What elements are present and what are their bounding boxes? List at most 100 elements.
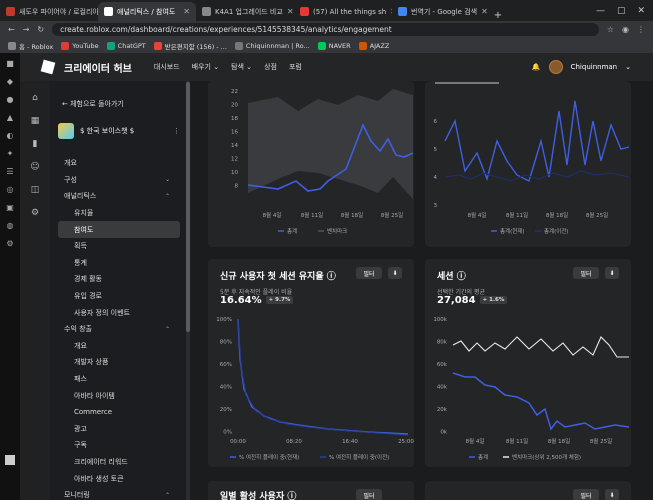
filter-button[interactable]: 필터 bbox=[573, 489, 599, 500]
info-icon[interactable]: ⓘ bbox=[287, 492, 296, 500]
sidebar-item[interactable]: 수익 창출 ⌃ bbox=[58, 321, 180, 338]
nav-item[interactable]: 대시보드 bbox=[154, 62, 180, 72]
sidebar-item[interactable]: 크리에이터 리워드 bbox=[58, 454, 180, 471]
maximize-icon[interactable]: ▢ bbox=[617, 6, 626, 16]
creations-icon[interactable]: ▦ bbox=[31, 116, 40, 126]
x-tick-label: 8월 25일 bbox=[586, 211, 608, 219]
back-arrow-icon[interactable]: ← bbox=[8, 25, 15, 34]
forward-arrow-icon[interactable]: → bbox=[23, 25, 30, 34]
close-tab-icon[interactable]: ✕ bbox=[287, 7, 294, 16]
sidebar-item[interactable]: 개요 bbox=[58, 338, 180, 355]
chevron-icon[interactable]: ⌃ bbox=[165, 326, 170, 333]
sidebar-item-label: 개발자 상품 bbox=[74, 358, 109, 367]
bell-icon[interactable]: 🔔 bbox=[532, 63, 541, 71]
profile-icon[interactable]: ◉ bbox=[622, 25, 629, 34]
sidebar-item[interactable]: 참여도 bbox=[58, 221, 180, 238]
roblox-logo-icon[interactable] bbox=[40, 59, 56, 75]
nav-item[interactable]: 배우기 ⌄ bbox=[192, 62, 219, 72]
sidebar-item-label: 유입 경로 bbox=[74, 292, 102, 301]
bookmark-item[interactable]: YouTube bbox=[61, 41, 99, 50]
nav-item[interactable]: 탐색 ⌄ bbox=[231, 62, 252, 72]
dock-icon[interactable]: ■ bbox=[6, 59, 15, 68]
y-tick-label: 16 bbox=[231, 130, 238, 136]
browser-tab[interactable]: K4A1 업그레이드 비교 ✕ bbox=[196, 2, 294, 21]
menu-icon[interactable]: ⋮ bbox=[637, 25, 645, 34]
download-icon[interactable]: ⬇ bbox=[605, 489, 619, 500]
close-window-icon[interactable]: ✕ bbox=[637, 6, 645, 16]
sidebar-item[interactable]: 패스 bbox=[58, 371, 180, 388]
sidebar-item[interactable]: 아바타 아이템 bbox=[58, 387, 180, 404]
chevron-icon[interactable]: ⌃ bbox=[165, 492, 170, 499]
star-icon[interactable]: ☆ bbox=[607, 25, 614, 34]
sidebar-item[interactable]: 개요 bbox=[58, 155, 180, 172]
sidebar-item[interactable]: 구성 ⌄ bbox=[58, 172, 180, 189]
close-tab-icon[interactable]: ✕ bbox=[183, 7, 190, 16]
y-tick-label: 10 bbox=[231, 170, 238, 176]
nav-item[interactable]: 상점 bbox=[264, 62, 277, 72]
legend-label: 벤치마크(상위 2,500개 체험) bbox=[512, 453, 581, 461]
home-icon[interactable]: ⌂ bbox=[32, 93, 38, 103]
sidebar-item[interactable]: Commerce bbox=[58, 404, 180, 421]
sidebar-item[interactable]: 애널리틱스 ⌃ bbox=[58, 188, 180, 205]
retention-current-line bbox=[237, 318, 409, 435]
avatar[interactable] bbox=[548, 60, 563, 74]
bookmark-item[interactable]: NAVER bbox=[317, 41, 351, 50]
sidebar-item[interactable]: 모니터링 ⌃ bbox=[58, 487, 180, 500]
sidebar-item[interactable]: 구독 bbox=[58, 437, 180, 454]
dock-icon[interactable]: ◎ bbox=[6, 185, 15, 194]
chevron-icon[interactable]: ⌃ bbox=[165, 193, 170, 200]
bookmark-item[interactable]: AJAZZ bbox=[358, 41, 389, 50]
username[interactable]: Chiquinnman bbox=[571, 63, 618, 71]
url-field[interactable]: create.roblox.com/dashboard/creations/ex… bbox=[52, 23, 599, 36]
minimize-icon[interactable]: — bbox=[596, 6, 605, 16]
dock-icon[interactable]: ◐ bbox=[6, 131, 15, 140]
x-tick-label: 8월 25일 bbox=[590, 437, 612, 445]
nav-item[interactable]: 포럼 bbox=[289, 62, 302, 72]
sidebar-item[interactable]: 개발자 상품 bbox=[58, 354, 180, 371]
dock-icon[interactable]: ▣ bbox=[6, 203, 15, 212]
chevron-down-icon[interactable]: ⌄ bbox=[625, 63, 631, 71]
bookmark-item[interactable]: 받은편지함 (156) - ... bbox=[153, 41, 227, 51]
chevron-icon[interactable]: ⌄ bbox=[165, 176, 170, 183]
bookmark-item[interactable]: 홈 - Roblox bbox=[8, 41, 53, 51]
browser-tab[interactable]: (57) All the things sh✕ bbox=[294, 2, 392, 21]
x-tick-label: 8월 4일 bbox=[263, 211, 282, 219]
x-tick-label: 8월 11일 bbox=[301, 211, 323, 219]
sidebar-item[interactable]: 경제 활동 bbox=[58, 271, 180, 288]
sidebar-item[interactable]: 사용자 정의 이벤트 bbox=[58, 304, 180, 321]
back-to-experience-link[interactable]: ← 체험으로 돌아가기 bbox=[62, 99, 180, 109]
dock-icon[interactable]: ◆ bbox=[6, 77, 15, 86]
browser-tab[interactable]: 애널리틱스 / 참여도 ✕ bbox=[98, 2, 196, 21]
close-tab-icon[interactable]: ✕ bbox=[481, 7, 488, 16]
sidebar-item[interactable]: 유지율 bbox=[58, 205, 180, 222]
browser-tab[interactable]: 새도우 파이어야 / 로컬리아✕ bbox=[0, 2, 98, 21]
filter-button[interactable]: 필터 bbox=[356, 489, 382, 500]
browser-tab[interactable]: 번역기 - Google 검색 ✕ bbox=[392, 2, 490, 21]
settings-icon[interactable]: ⚙ bbox=[31, 208, 39, 218]
dock-icon[interactable]: ⚙ bbox=[6, 239, 15, 248]
brand-title[interactable]: 크리에이터 허브 bbox=[64, 60, 132, 75]
sidebar-item[interactable]: 유입 경로 bbox=[58, 288, 180, 305]
dock-icon[interactable]: ✦ bbox=[6, 149, 15, 158]
top-right-chart: 6 5 4 3 8월 4일 8월 11일 8월 18일 8월 25일 총계(현재) 총계(이전… bbox=[434, 82, 630, 235]
new-tab-button[interactable]: + bbox=[490, 10, 506, 21]
sidebar-item[interactable]: 아바타 생성 토큰 bbox=[58, 470, 180, 487]
marketplace-icon[interactable]: ◫ bbox=[31, 185, 40, 195]
bookmark-item[interactable]: ChatGPT bbox=[106, 41, 146, 50]
kebab-menu-icon[interactable]: ⋮ bbox=[173, 127, 180, 135]
y-tick-label: 20 bbox=[231, 103, 238, 109]
dock-icon[interactable]: ● bbox=[6, 95, 15, 104]
sidebar-item[interactable]: 획득 bbox=[58, 238, 180, 255]
dock-icon[interactable]: ▲ bbox=[6, 113, 15, 122]
reload-icon[interactable]: ↻ bbox=[37, 25, 44, 34]
dock-icon[interactable]: ◍ bbox=[6, 221, 15, 230]
groups-icon[interactable]: ☺ bbox=[30, 162, 39, 172]
bookmark-item[interactable]: Chiquinnman | Ro... bbox=[234, 41, 310, 50]
windows-logo-icon[interactable] bbox=[5, 455, 15, 465]
sidebar-item[interactable]: 통계 bbox=[58, 255, 180, 272]
analytics-icon[interactable]: ▮ bbox=[33, 139, 38, 149]
y-tick-label: 80% bbox=[220, 340, 232, 346]
dock-icon[interactable]: ☰ bbox=[6, 167, 15, 176]
sidebar-item[interactable]: 광고 bbox=[58, 421, 180, 438]
x-tick-label: 00:00 bbox=[230, 439, 246, 445]
